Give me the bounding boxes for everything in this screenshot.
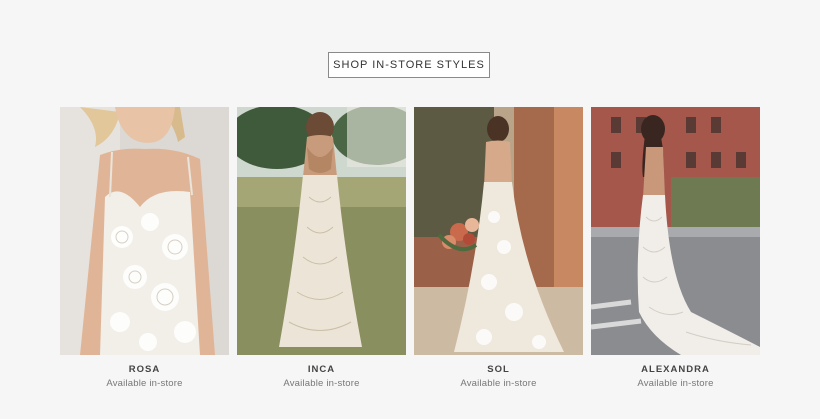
product-card-sol[interactable]: SOL Available in-store <box>414 107 583 389</box>
product-card-rosa[interactable]: ROSA Available in-store <box>60 107 229 389</box>
availability-status: Available in-store <box>283 378 360 389</box>
shop-in-store-styles-button[interactable]: SHOP IN-STORE STYLES <box>328 52 490 78</box>
availability-status: Available in-store <box>460 378 537 389</box>
product-image-alexandra[interactable] <box>591 107 760 355</box>
product-name[interactable]: ALEXANDRA <box>591 364 760 375</box>
product-name[interactable]: ROSA <box>60 364 229 375</box>
product-name[interactable]: SOL <box>414 364 583 375</box>
availability-status: Available in-store <box>106 378 183 389</box>
product-card-inca[interactable]: INCA Available in-store <box>237 107 406 389</box>
product-image-sol[interactable] <box>414 107 583 355</box>
product-card-alexandra[interactable]: ALEXANDRA Available in-store <box>591 107 760 389</box>
product-image-inca[interactable] <box>237 107 406 355</box>
product-image-rosa[interactable] <box>60 107 229 355</box>
availability-status: Available in-store <box>637 378 714 389</box>
product-grid: ROSA Available in-store INCA Available i… <box>60 107 760 397</box>
product-name[interactable]: INCA <box>237 364 406 375</box>
